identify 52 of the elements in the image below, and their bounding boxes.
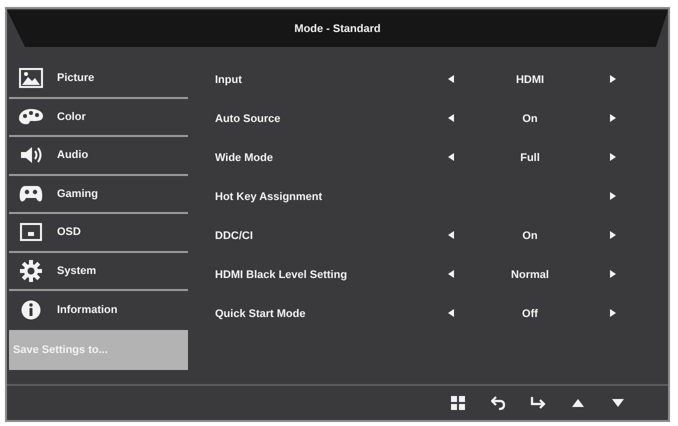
left-arrow-icon[interactable]: [448, 230, 454, 238]
menu-category-row[interactable]: System: [9, 252, 188, 291]
setting-label: HDMI Black Level Setting: [215, 268, 348, 280]
left-arrow-icon[interactable]: [448, 74, 454, 82]
setting-value: Off: [522, 308, 538, 320]
setting-label: Quick Start Mode: [215, 308, 306, 320]
setting-value: On: [522, 230, 538, 242]
right-arrow-icon[interactable]: [610, 74, 616, 82]
menu-category-row[interactable]: OSD: [9, 214, 188, 252]
right-arrow-icon[interactable]: [610, 114, 616, 122]
menu-category-row[interactable]: Picture: [9, 60, 188, 98]
down-triangle-icon: [611, 398, 625, 408]
up-triangle-icon: [571, 398, 585, 408]
setting-value: On: [522, 112, 538, 124]
setting-value: Full: [520, 152, 540, 164]
setting-label: Auto Source: [215, 112, 282, 124]
category-label: System: [57, 264, 96, 277]
setting-value: HDMI: [516, 74, 544, 86]
right-arrow-icon[interactable]: [610, 308, 616, 316]
screen-icon: [20, 223, 42, 242]
menu-category-row[interactable]: Information: [9, 291, 188, 330]
category-label: Information: [57, 304, 118, 316]
left-arrow-icon[interactable]: [448, 114, 454, 122]
right-arrow-icon[interactable]: [610, 192, 616, 200]
right-arrow-icon[interactable]: [610, 270, 616, 278]
setting-label: Wide Mode: [215, 152, 274, 164]
menu-category-row[interactable]: Audio: [9, 137, 188, 176]
left-arrow-icon[interactable]: [448, 270, 454, 278]
gamepad-icon: [19, 184, 43, 204]
category-label: Audio: [57, 149, 88, 162]
category-label: OSD: [57, 226, 81, 238]
right-arrow-icon[interactable]: [610, 230, 616, 238]
speaker-icon: [19, 146, 43, 164]
menu-icon: [451, 396, 465, 410]
left-arrow-icon[interactable]: [448, 152, 454, 160]
back-arrow-icon: [491, 396, 505, 410]
category-label: Picture: [57, 72, 94, 84]
setting-label: DDC/CI: [215, 230, 254, 242]
menu-category-row[interactable]: Color: [9, 98, 188, 137]
left-arrow-icon[interactable]: [448, 308, 454, 316]
right-arrow-icon[interactable]: [610, 152, 616, 160]
picture-icon: [19, 68, 43, 88]
menu-title: Mode - Standard: [294, 22, 381, 34]
category-label: Color: [57, 110, 86, 123]
palette-icon: [18, 108, 44, 126]
menu-category-row[interactable]: Gaming: [9, 176, 188, 214]
info-icon: [21, 300, 41, 320]
setting-label: Hot Key Assignment: [215, 190, 324, 202]
setting-label: Input: [215, 74, 243, 86]
category-label: Gaming: [57, 188, 98, 200]
setting-value: Normal: [511, 268, 549, 280]
enter-arrow-icon: [530, 396, 546, 410]
